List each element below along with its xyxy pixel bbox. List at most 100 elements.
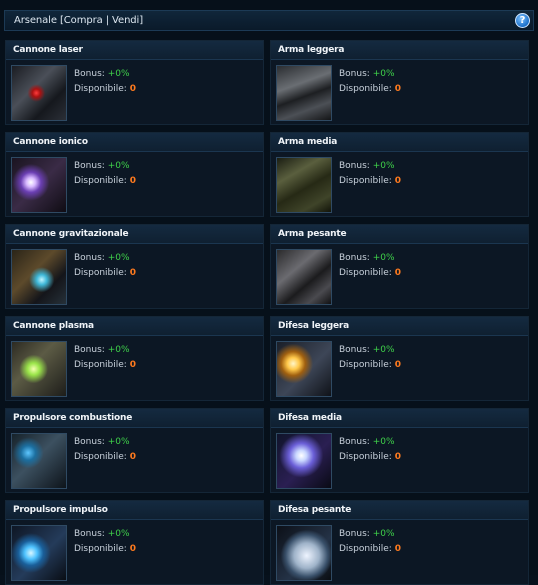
bonus-value: +0% — [107, 529, 130, 539]
arsenal-item-card[interactable]: Difesa leggera Bonus: +0% Disponibile: 0 — [270, 316, 529, 401]
arsenal-item-name: Difesa leggera — [278, 321, 350, 331]
bonus-label: Bonus: — [339, 253, 370, 263]
arsenal-item-header: Difesa leggera — [271, 317, 528, 336]
arsenal-item-card[interactable]: Propulsore combustione Bonus: +0% Dispon… — [5, 408, 264, 493]
arsenal-item-header: Arma pesante — [271, 225, 528, 244]
available-label: Disponibile: — [74, 176, 127, 186]
bonus-label: Bonus: — [339, 437, 370, 447]
bonus-value: +0% — [107, 345, 130, 355]
item-stats: Bonus: +0% Disponibile: 0 — [339, 251, 401, 281]
light-weapon-image[interactable] — [276, 65, 332, 121]
gravity-cannon-image[interactable] — [11, 249, 67, 305]
arsenal-item-header: Arma media — [271, 133, 528, 152]
available-value: 0 — [129, 84, 136, 94]
item-stats: Bonus: +0% Disponibile: 0 — [74, 159, 136, 189]
item-stats: Bonus: +0% Disponibile: 0 — [339, 67, 401, 97]
available-label: Disponibile: — [339, 452, 392, 462]
bonus-label: Bonus: — [74, 437, 105, 447]
available-label: Disponibile: — [339, 176, 392, 186]
bonus-value: +0% — [372, 529, 395, 539]
available-value: 0 — [394, 544, 401, 554]
available-label: Disponibile: — [74, 360, 127, 370]
arsenal-item-name: Arma leggera — [278, 45, 345, 55]
arsenal-item-name: Cannone gravitazionale — [13, 229, 129, 239]
arsenal-item-card[interactable]: Cannone ionico Bonus: +0% Disponibile: 0 — [5, 132, 264, 217]
available-value: 0 — [394, 452, 401, 462]
bonus-value: +0% — [372, 437, 395, 447]
item-stats: Bonus: +0% Disponibile: 0 — [339, 527, 401, 557]
impulse-thruster-image[interactable] — [11, 525, 67, 581]
available-value: 0 — [129, 176, 136, 186]
page-title: Arsenale [Compra | Vendi] — [14, 15, 144, 26]
arsenal-item-card[interactable]: Difesa pesante Bonus: +0% Disponibile: 0 — [270, 500, 529, 585]
available-value: 0 — [394, 84, 401, 94]
available-label: Disponibile: — [339, 84, 392, 94]
medium-weapon-image[interactable] — [276, 157, 332, 213]
arsenal-item-name: Difesa media — [278, 413, 342, 423]
arsenal-item-name: Cannone laser — [13, 45, 83, 55]
available-value: 0 — [394, 176, 401, 186]
available-label: Disponibile: — [74, 452, 127, 462]
bonus-label: Bonus: — [74, 69, 105, 79]
arsenal-item-card[interactable]: Cannone laser Bonus: +0% Disponibile: 0 — [5, 40, 264, 125]
bonus-value: +0% — [372, 253, 395, 263]
bonus-label: Bonus: — [339, 69, 370, 79]
arsenal-item-name: Propulsore impulso — [13, 505, 108, 515]
bonus-label: Bonus: — [339, 161, 370, 171]
arsenal-item-card[interactable]: Arma media Bonus: +0% Disponibile: 0 — [270, 132, 529, 217]
heavy-defense-image[interactable] — [276, 525, 332, 581]
bonus-value: +0% — [107, 161, 130, 171]
arsenal-panel: Arsenale [Compra | Vendi] ? Cannone lase… — [0, 0, 538, 585]
arsenal-item-card[interactable]: Propulsore impulso Bonus: +0% Disponibil… — [5, 500, 264, 585]
plasma-cannon-image[interactable] — [11, 341, 67, 397]
arsenal-item-card[interactable]: Cannone gravitazionale Bonus: +0% Dispon… — [5, 224, 264, 309]
bonus-label: Bonus: — [339, 529, 370, 539]
bonus-label: Bonus: — [74, 345, 105, 355]
item-stats: Bonus: +0% Disponibile: 0 — [339, 435, 401, 465]
arsenal-item-name: Arma media — [278, 137, 338, 147]
heavy-weapon-image[interactable] — [276, 249, 332, 305]
arsenal-item-header: Cannone gravitazionale — [6, 225, 263, 244]
available-value: 0 — [394, 360, 401, 370]
bonus-value: +0% — [107, 437, 130, 447]
arsenal-item-name: Difesa pesante — [278, 505, 352, 515]
arsenal-header: Arsenale [Compra | Vendi] ? — [4, 10, 534, 31]
available-label: Disponibile: — [74, 268, 127, 278]
arsenal-item-card[interactable]: Cannone plasma Bonus: +0% Disponibile: 0 — [5, 316, 264, 401]
available-label: Disponibile: — [74, 544, 127, 554]
medium-defense-image[interactable] — [276, 433, 332, 489]
available-label: Disponibile: — [339, 360, 392, 370]
arsenal-item-card[interactable]: Difesa media Bonus: +0% Disponibile: 0 — [270, 408, 529, 493]
arsenal-item-card[interactable]: Arma leggera Bonus: +0% Disponibile: 0 — [270, 40, 529, 125]
available-value: 0 — [129, 452, 136, 462]
item-stats: Bonus: +0% Disponibile: 0 — [74, 251, 136, 281]
arsenal-item-name: Arma pesante — [278, 229, 347, 239]
arsenal-item-header: Arma leggera — [271, 41, 528, 60]
bonus-value: +0% — [372, 69, 395, 79]
item-stats: Bonus: +0% Disponibile: 0 — [339, 343, 401, 373]
available-value: 0 — [129, 268, 136, 278]
arsenal-item-name: Cannone plasma — [13, 321, 94, 331]
bonus-value: +0% — [107, 253, 130, 263]
bonus-value: +0% — [107, 69, 130, 79]
available-label: Disponibile: — [74, 84, 127, 94]
help-icon[interactable]: ? — [515, 13, 530, 28]
arsenal-item-name: Cannone ionico — [13, 137, 88, 147]
arsenal-item-header: Propulsore combustione — [6, 409, 263, 428]
arsenal-item-name: Propulsore combustione — [13, 413, 133, 423]
laser-cannon-image[interactable] — [11, 65, 67, 121]
bonus-label: Bonus: — [74, 529, 105, 539]
combustion-thruster-image[interactable] — [11, 433, 67, 489]
item-stats: Bonus: +0% Disponibile: 0 — [74, 343, 136, 373]
arsenal-item-header: Propulsore impulso — [6, 501, 263, 520]
bonus-label: Bonus: — [74, 253, 105, 263]
available-label: Disponibile: — [339, 544, 392, 554]
arsenal-item-header: Cannone plasma — [6, 317, 263, 336]
ion-cannon-image[interactable] — [11, 157, 67, 213]
available-value: 0 — [394, 268, 401, 278]
bonus-value: +0% — [372, 161, 395, 171]
arsenal-item-header: Difesa media — [271, 409, 528, 428]
arsenal-item-card[interactable]: Arma pesante Bonus: +0% Disponibile: 0 — [270, 224, 529, 309]
light-defense-image[interactable] — [276, 341, 332, 397]
available-value: 0 — [129, 360, 136, 370]
